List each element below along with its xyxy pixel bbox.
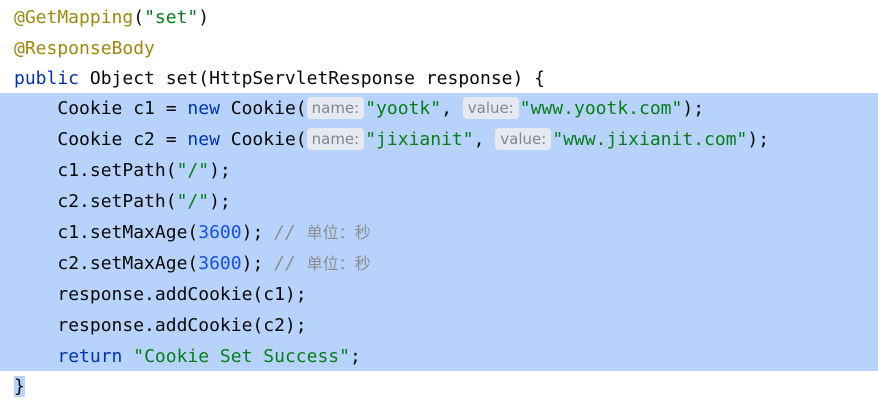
code-line-7[interactable]: c2.setPath("/"); <box>0 186 878 217</box>
code-line-5[interactable]: Cookie c2 = new Cookie(name: "jixianit", … <box>0 124 878 155</box>
annotation-token: @ResponseBody <box>14 38 155 59</box>
code-text: ); <box>241 253 275 274</box>
code-text: Cookie c2 = <box>57 129 188 150</box>
code-text: ); <box>747 129 770 150</box>
annotation-token: @GetMapping <box>14 7 134 28</box>
string-token: "yootk" <box>365 98 442 119</box>
keyword-token: new <box>187 98 220 119</box>
string-token: "/" <box>176 191 210 212</box>
code-line-10[interactable]: response.addCookie(c1); <box>0 279 878 310</box>
param-hint-value: value: <box>462 97 519 119</box>
code-text: c1.setPath( <box>57 160 177 181</box>
code-text: , <box>473 129 496 150</box>
code-text: c1.setMaxAge( <box>57 222 199 243</box>
comment-text: 单位：秒 <box>306 254 371 273</box>
keyword-token: new <box>187 129 220 150</box>
code-line-4[interactable]: Cookie c1 = new Cookie(name: "yootk", val… <box>0 93 878 124</box>
comment-text: 单位：秒 <box>306 223 371 242</box>
code-text: Cookie c1 = <box>57 98 188 119</box>
paren-token: ) <box>198 7 210 28</box>
code-text: ); <box>682 98 705 119</box>
string-token: "www.yootk.com" <box>519 98 683 119</box>
comment-token: // <box>274 222 307 243</box>
code-editor[interactable]: @GetMapping("set") @ResponseBody public … <box>0 0 878 418</box>
code-text: Cookie( <box>219 98 307 119</box>
code-line-13[interactable]: } <box>0 371 878 402</box>
code-line-6[interactable]: c1.setPath("/"); <box>0 155 878 186</box>
code-text: Object set(HttpServletResponse response)… <box>79 68 546 89</box>
code-text: , <box>441 98 463 119</box>
code-text: c2.setMaxAge( <box>57 253 199 274</box>
param-hint-name: name: <box>306 97 365 119</box>
string-token: "/" <box>176 160 210 181</box>
code-line-3[interactable]: public Object set(HttpServletResponse re… <box>0 63 878 94</box>
code-text: Cookie( <box>219 129 307 150</box>
keyword-token: public <box>14 68 80 89</box>
string-token: "jixianit" <box>365 129 474 150</box>
code-text: response.addCookie(c2); <box>57 315 307 336</box>
code-text: ); <box>241 222 275 243</box>
comment-token: // <box>274 253 307 274</box>
number-token: 3600 <box>198 253 242 274</box>
string-token: "Cookie Set Success" <box>133 346 350 367</box>
code-line-8[interactable]: c1.setMaxAge(3600); // 单位：秒 <box>0 217 878 248</box>
param-hint-name: name: <box>306 128 365 150</box>
code-line-2[interactable]: @ResponseBody <box>0 33 878 64</box>
code-line-11[interactable]: response.addCookie(c2); <box>0 310 878 341</box>
code-text: c2.setPath( <box>57 191 177 212</box>
keyword-token: return <box>57 346 123 367</box>
code-line-1[interactable]: @GetMapping("set") <box>0 2 878 33</box>
number-token: 3600 <box>198 222 242 243</box>
closing-brace: } <box>14 376 25 397</box>
string-token: "set" <box>144 7 199 28</box>
code-text: ); <box>209 191 231 212</box>
string-token: "www.jixianit.com" <box>552 129 748 150</box>
code-text: ); <box>209 160 231 181</box>
code-text: ; <box>349 346 361 367</box>
param-hint-value: value: <box>495 128 552 150</box>
code-line-9[interactable]: c2.setMaxAge(3600); // 单位：秒 <box>0 248 878 279</box>
paren-token: ( <box>133 7 145 28</box>
code-text: response.addCookie(c1); <box>57 284 307 305</box>
code-line-12[interactable]: return "Cookie Set Success"; <box>0 341 878 371</box>
